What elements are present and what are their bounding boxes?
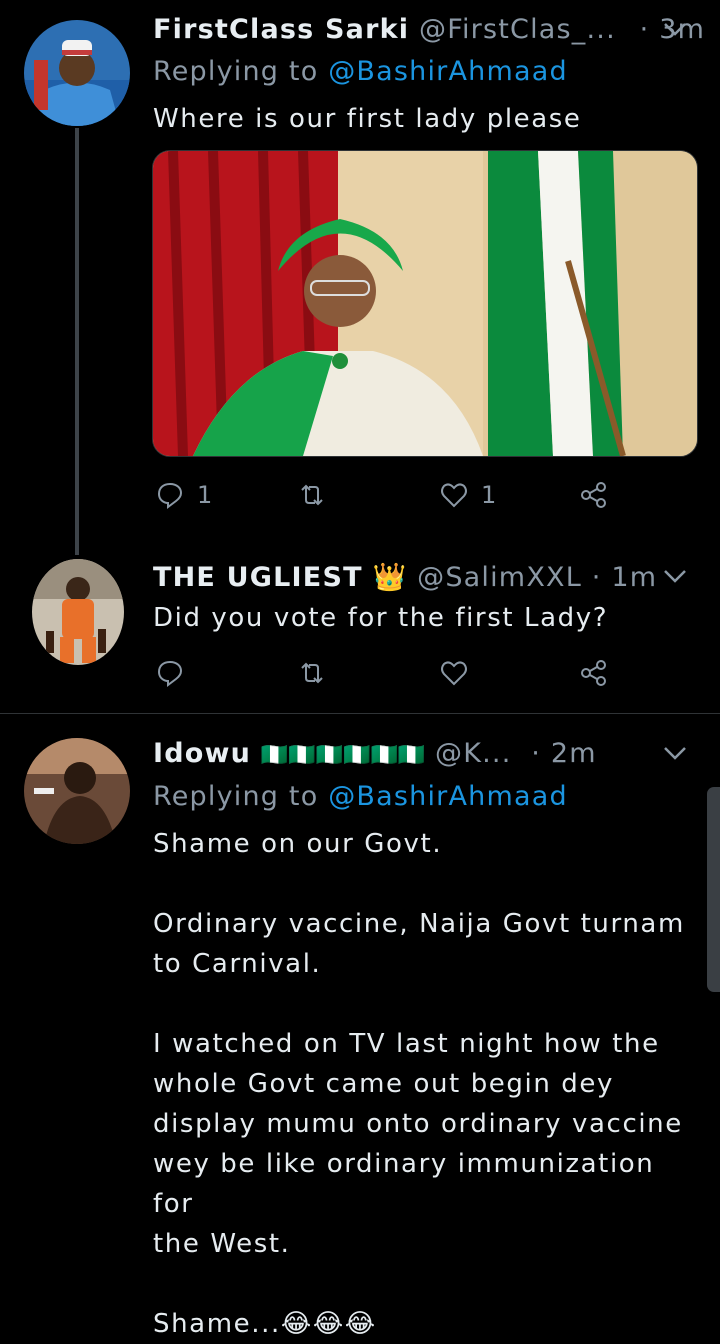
tweet-media-image[interactable]	[152, 150, 698, 457]
user-handle[interactable]: @FirstClas_...	[419, 14, 616, 45]
tweet-header: FirstClass Sarki @FirstClas_... · 3m	[153, 14, 704, 54]
tweet-body: Shame on our Govt. Ordinary vaccine, Nai…	[153, 829, 685, 1339]
like-button[interactable]: 1	[439, 475, 496, 515]
avatar-image	[24, 738, 130, 844]
share-button[interactable]	[579, 475, 609, 515]
avatar[interactable]	[32, 559, 124, 665]
chevron-down-icon[interactable]	[660, 738, 690, 768]
heart-icon	[441, 661, 467, 686]
thread-line	[75, 128, 79, 555]
avatar-image	[32, 559, 124, 665]
tweet-the-ugliest[interactable]: THE UGLIEST 👑 @SalimXXL · 1m Did you vot…	[0, 545, 720, 713]
tweet-idowu[interactable]: Idowu 🇳🇬🇳🇬🇳🇬🇳🇬🇳🇬🇳🇬 @K... · 2m Replying t…	[0, 714, 720, 1339]
avatar[interactable]	[24, 20, 130, 126]
like-count: 1	[481, 481, 497, 509]
chevron-down-icon[interactable]	[660, 14, 690, 44]
tweet-time[interactable]: · 1m	[592, 562, 657, 593]
reply-icon	[157, 660, 183, 687]
user-handle[interactable]: @K...	[435, 738, 511, 769]
chevron-down-icon[interactable]	[660, 561, 690, 591]
tweet-text: Shame on our Govt. Ordinary vaccine, Nai…	[153, 824, 690, 1344]
user-name[interactable]: Idowu	[153, 738, 251, 769]
replying-to-label: Replying to	[153, 56, 319, 87]
tweet-actions	[155, 653, 625, 693]
tweet-firstclass-sarki[interactable]: FirstClass Sarki @FirstClas_... · 3m Rep…	[0, 0, 720, 555]
retweet-button[interactable]	[297, 475, 327, 515]
share-icon	[581, 660, 606, 686]
retweet-icon	[301, 484, 323, 506]
tweet-header: THE UGLIEST 👑 @SalimXXL · 1m	[153, 561, 690, 601]
avatar-image	[24, 20, 130, 126]
nigeria-flag-emojis: 🇳🇬🇳🇬🇳🇬🇳🇬🇳🇬🇳🇬	[260, 743, 426, 768]
tweet-header: Idowu 🇳🇬🇳🇬🇳🇬🇳🇬🇳🇬🇳🇬 @K... · 2m	[153, 738, 690, 778]
retweet-button[interactable]	[297, 653, 327, 693]
crown-emoji: 👑	[372, 562, 408, 593]
reply-button[interactable]: 1	[155, 475, 212, 515]
replying-to-label: Replying to	[153, 781, 319, 812]
first-lady-photo	[153, 151, 697, 456]
heart-icon	[441, 483, 467, 508]
replying-to: Replying to @BashirAhmaad	[153, 781, 690, 821]
reply-button[interactable]	[155, 653, 185, 693]
avatar[interactable]	[24, 738, 130, 844]
tweet-time[interactable]: · 2m	[531, 738, 596, 769]
user-name[interactable]: FirstClass Sarki	[153, 14, 409, 45]
like-button[interactable]	[439, 653, 469, 693]
retweet-icon	[301, 662, 323, 684]
user-handle[interactable]: @SalimXXL	[417, 562, 582, 593]
laughing-emojis: 😂😂😂	[280, 1309, 377, 1339]
tweet-text: Where is our first lady please	[153, 104, 582, 134]
user-name[interactable]: THE UGLIEST	[153, 562, 363, 593]
replying-to-link[interactable]: @BashirAhmaad	[328, 781, 568, 812]
scrollbar[interactable]	[707, 787, 720, 992]
replying-to: Replying to @BashirAhmaad	[153, 56, 690, 96]
share-button[interactable]	[579, 653, 609, 693]
tweet-text: Did you vote for the first Lady?	[153, 603, 609, 633]
reply-count: 1	[197, 481, 213, 509]
share-icon	[581, 482, 606, 508]
reply-icon	[157, 482, 183, 509]
tweet-actions: 1 1	[155, 475, 625, 515]
replying-to-link[interactable]: @BashirAhmaad	[328, 56, 568, 87]
